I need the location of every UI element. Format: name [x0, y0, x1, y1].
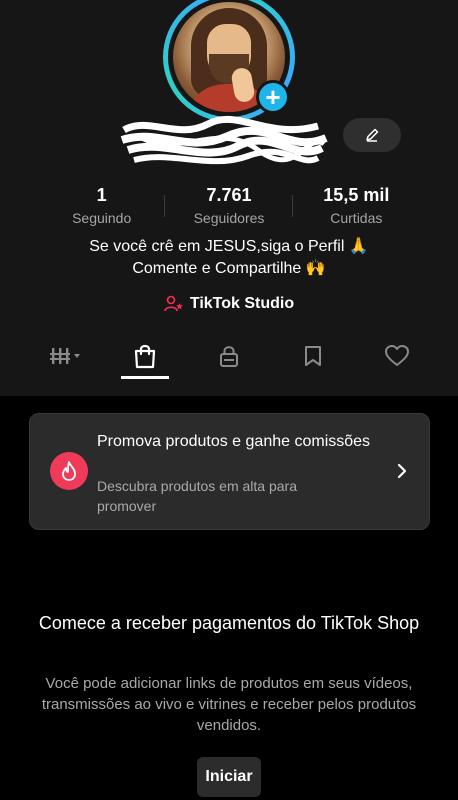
edit-profile-button[interactable] — [343, 118, 401, 152]
tab-saved[interactable] — [291, 338, 335, 374]
stat-followers[interactable]: 7.761 Seguidores — [165, 185, 293, 229]
grid-icon — [50, 348, 80, 364]
lock-icon — [220, 346, 238, 367]
flame-icon — [50, 452, 88, 490]
tab-videos[interactable] — [44, 338, 88, 374]
tab-liked[interactable] — [375, 338, 419, 374]
heart-icon — [385, 345, 409, 366]
tiktok-studio-link[interactable]: TikTok Studio — [0, 295, 458, 313]
shopping-bag-icon — [134, 344, 156, 369]
content-tabs — [0, 338, 458, 378]
promote-products-card[interactable]: Promova produtos e ganhe comissões Descu… — [29, 413, 430, 530]
chevron-right-icon — [394, 461, 410, 481]
profile-bio: Se você crê em JESUS,siga o Perfil 🙏 Com… — [20, 236, 438, 280]
pencil-icon — [366, 128, 379, 142]
promo-title: Promova produtos e ganhe comissões — [97, 433, 371, 450]
promo-subtitle: Descubra produtos em alta para promover — [97, 478, 297, 514]
stat-following[interactable]: 1 Seguindo — [38, 185, 166, 229]
stat-likes[interactable]: 15,5 mil Curtidas — [293, 185, 420, 229]
active-tab-indicator — [121, 376, 169, 379]
shop-title: Comece a receber pagamentos do TikTok Sh… — [38, 613, 420, 633]
add-story-button[interactable]: + — [256, 80, 290, 114]
shop-description: Você pode adicionar links de produtos em… — [41, 675, 417, 734]
bio-line: Comente e Compartilhe 🙌 — [132, 260, 326, 277]
bio-line: Se você crê em JESUS,siga o Perfil 🙏 — [89, 238, 369, 255]
bookmark-icon — [305, 346, 321, 366]
start-button[interactable]: Iniciar — [197, 757, 261, 797]
redacted-username — [120, 116, 328, 165]
person-star-icon — [164, 295, 183, 312]
profile-header: + 1 Seguindo 7.761 Seguidores 15,5 mil C… — [0, 0, 458, 396]
tab-private[interactable] — [207, 338, 251, 374]
tab-shop[interactable] — [123, 338, 167, 374]
profile-stats: 1 Seguindo 7.761 Seguidores 15,5 mil Cur… — [38, 185, 420, 229]
studio-label: TikTok Studio — [189, 295, 295, 312]
plus-icon: + — [265, 82, 281, 112]
